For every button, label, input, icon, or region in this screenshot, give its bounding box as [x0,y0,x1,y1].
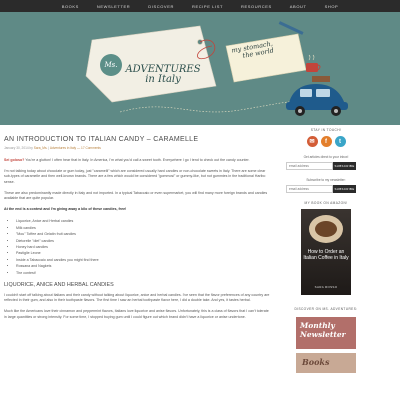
logo-line-2: in Italy [145,74,181,85]
paragraph-4: I couldn't start off talking about Itali… [4,293,270,303]
nav-newsletter[interactable]: NEWSLETTER [88,4,139,9]
twitter-icon[interactable]: t [334,136,346,147]
paragraph-5: Much like the Americans love their cinna… [4,309,269,319]
intro-paragraph: Sei goloso? You're a glutton! I often he… [4,158,270,163]
book-title: How to Order an Italian Coffee in Italy [303,249,349,261]
book-cover-image[interactable]: How to Order an Italian Coffee in Italy … [301,209,351,295]
paragraph-2: I'm not talking today about chocolate or… [4,169,266,184]
email-icon[interactable]: ✉ [306,136,318,147]
meta-category-link[interactable]: Adventures in Italy [50,146,76,150]
list-item[interactable]: The contest! [16,270,270,276]
articles-subscribe-form: SUBSCRIBE [286,162,366,170]
meta-comments-link[interactable]: — 17 Comments [76,146,101,150]
social-icons: ✉ f t [286,136,366,147]
articles-label: Get articles direct to your inbox! [303,155,349,159]
meta-date: January 30, 2014 by [4,146,34,150]
contest-paragraph: At the end is a contest and I'm giving a… [4,207,270,212]
meta-author-link[interactable]: Sara_Ms. [34,146,48,150]
nav-resources[interactable]: RESOURCES [232,4,281,9]
book-heading: MY BOOK ON AMAZON! [304,201,348,205]
article: AN INTRODUCTION TO ITALIAN CANDY – CARAM… [4,136,270,326]
newsletter-subscribe-button[interactable]: SUBSCRIBE [333,185,356,193]
pencil-icon [278,21,304,35]
articles-email-input[interactable] [286,162,333,170]
facebook-icon[interactable]: f [320,136,332,147]
site-logo[interactable]: ADVENTURES in Italy [112,65,214,85]
books-promo-text: Books [302,357,330,367]
nav-discover[interactable]: DISCOVER [139,4,183,9]
contents-list: Liquorice, Anice and Herbal candies Milk… [4,218,270,276]
nav-books[interactable]: BOOKS [53,4,88,9]
books-promo-image[interactable]: Books [296,353,356,373]
intro-text: You're a glutton! I often hear that in I… [24,158,250,162]
nav-recipe-list[interactable]: RECIPE LIST [183,4,232,9]
discover-heading: DISCOVER ON MS. ADVENTURES: [294,307,358,311]
newsletter-promo-text: Monthly Newsletter [300,321,346,339]
paragraph-3: These are also predominantly made direct… [4,190,268,201]
intro-bold: Sei goloso? [4,158,25,162]
newsletter-email-input[interactable] [286,185,333,193]
coffee-icon [315,221,337,237]
nav-shop[interactable]: SHOP [316,4,348,9]
contest-text: At the end is a contest and I'm giving a… [4,207,127,212]
stay-in-touch-heading: STAY IN TOUCH! [310,128,342,132]
newsletter-label: Subscribe to my newsletter: [306,178,346,182]
section-heading: LIQUORICE, ANICE AND HERBAL CANDIES [4,282,114,289]
book-author: SARA ROSSO [314,285,338,289]
top-navigation: BOOKS NEWSLETTER DISCOVER RECIPE LIST RE… [0,0,400,12]
nav-about[interactable]: ABOUT [281,4,316,9]
post-meta: January 30, 2014 by Sara_Ms. | Adventure… [4,146,270,150]
articles-subscribe-button[interactable]: SUBSCRIBE [333,162,356,170]
coffee-cup-icon [306,63,318,72]
newsletter-promo-line-1: Monthly [300,321,335,330]
newsletter-subscribe-form: SUBSCRIBE [286,185,366,193]
header-banner[interactable]: Ms. ADVENTURES in Italy my stomach, the … [0,12,400,125]
newsletter-promo-line-2: Newsletter [300,330,346,339]
post-title[interactable]: AN INTRODUCTION TO ITALIAN CANDY – CARAM… [4,136,270,143]
newsletter-promo-image[interactable]: Monthly Newsletter [296,317,356,349]
sidebar: STAY IN TOUCH! ✉ f t Get articles direct… [286,128,366,373]
